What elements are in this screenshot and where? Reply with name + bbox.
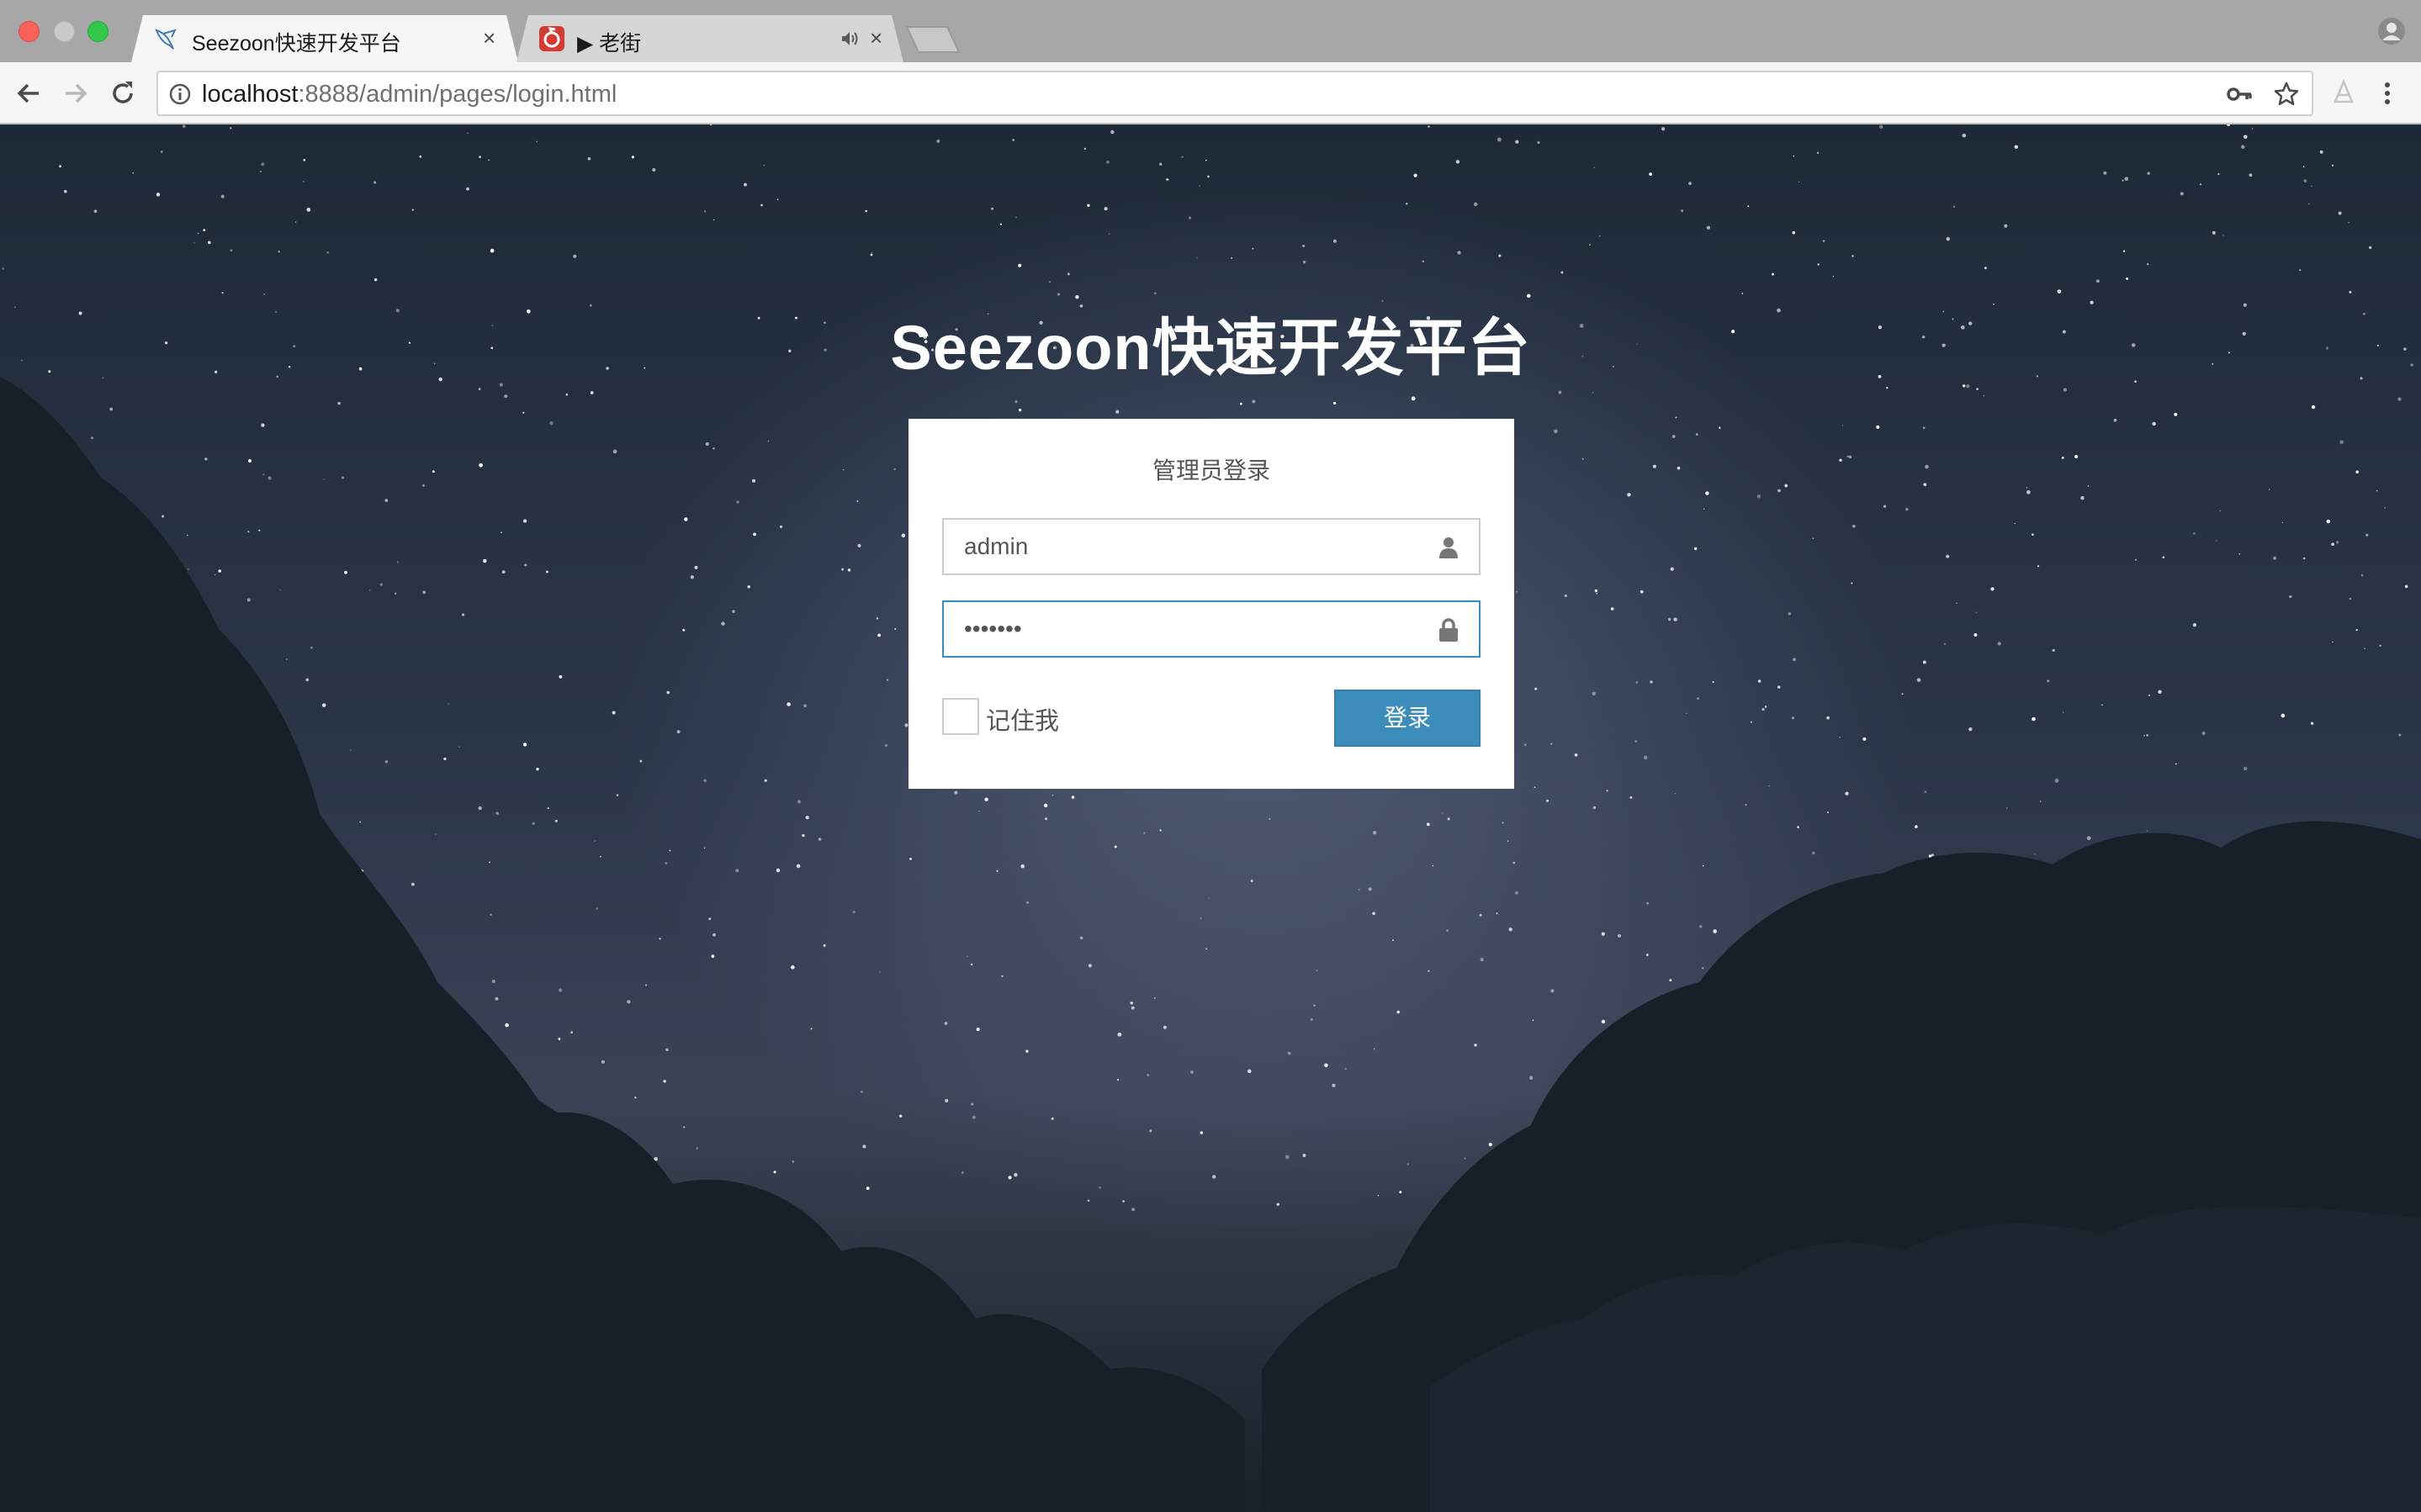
- url-path: :8888/admin/pages/login.html: [298, 81, 617, 108]
- login-button[interactable]: 登录: [1334, 690, 1481, 747]
- lock-icon: [1439, 618, 1458, 642]
- tab-title: Seezoon快速开发平台: [192, 32, 401, 56]
- maximize-window-button[interactable]: [87, 21, 109, 42]
- url-host: localhost: [202, 81, 299, 108]
- username-field[interactable]: [942, 518, 1481, 575]
- minimize-window-button[interactable]: [54, 21, 75, 42]
- remember-me-checkbox[interactable]: [942, 698, 979, 735]
- url-text: localhost:8888/admin/pages/login.html: [202, 81, 617, 108]
- browser-toolbar: localhost:8888/admin/pages/login.html: [0, 62, 2421, 124]
- password-input[interactable]: [944, 602, 1479, 656]
- tab-seezoon[interactable]: Seezoon快速开发平台 ×: [131, 15, 518, 62]
- new-tab-button[interactable]: [905, 25, 961, 54]
- tab-close-button[interactable]: ×: [870, 25, 882, 50]
- forward-icon[interactable]: [61, 78, 91, 108]
- close-window-button[interactable]: [19, 21, 40, 42]
- remember-me-label: 记住我: [986, 708, 1060, 735]
- login-panel: 管理员登录 记住我 登录: [909, 419, 1514, 789]
- tab-close-button[interactable]: ×: [483, 25, 495, 50]
- back-icon[interactable]: [13, 78, 44, 108]
- info-icon[interactable]: [168, 82, 192, 106]
- reload-icon[interactable]: [108, 78, 138, 108]
- address-bar[interactable]: localhost:8888/admin/pages/login.html: [156, 71, 2313, 116]
- extension-icon[interactable]: [2330, 78, 2357, 108]
- menu-kebab-icon[interactable]: [2379, 78, 2396, 108]
- password-field[interactable]: [942, 600, 1481, 658]
- speaker-icon[interactable]: [840, 29, 860, 49]
- page-viewport: Seezoon快速开发平台 管理员登录 记住我 登录: [0, 124, 2421, 1512]
- login-panel-title: 管理员登录: [1152, 457, 1270, 484]
- page-title: Seezoon快速开发平台: [890, 313, 1531, 383]
- username-input[interactable]: [944, 520, 1479, 574]
- tab-music[interactable]: ▶ 老街 ×: [517, 15, 903, 62]
- key-icon[interactable]: [2226, 81, 2253, 108]
- netease-music-icon: [539, 26, 564, 51]
- profile-icon[interactable]: [2377, 17, 2406, 45]
- tab-title: ▶ 老街: [577, 32, 642, 56]
- browser-tabstrip: Seezoon快速开发平台 × ▶ 老街 ×: [0, 0, 2421, 62]
- user-icon: [1439, 537, 1458, 558]
- bookmark-star-icon[interactable]: [2273, 81, 2300, 108]
- bird-icon: [155, 29, 177, 50]
